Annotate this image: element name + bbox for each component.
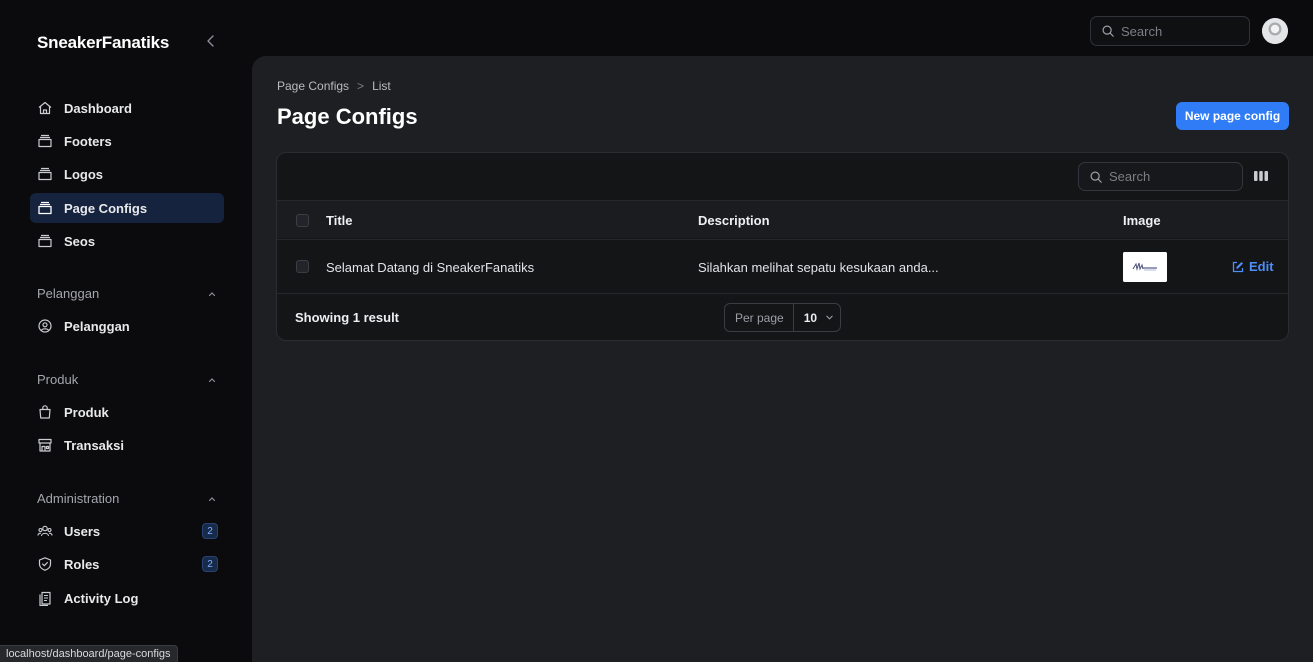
search-icon [1102, 25, 1114, 37]
main-content: Page Configs > List Page Configs New pag… [252, 56, 1313, 662]
sidebar-item-label: Transaksi [64, 437, 124, 453]
global-search[interactable] [1090, 16, 1250, 46]
row-description: Silahkan melihat sepatu kesukaan anda... [698, 260, 939, 275]
chevron-left-icon [207, 35, 214, 47]
sidebar-group-label: Pelanggan [37, 286, 100, 301]
storefront-icon [38, 438, 52, 452]
row-image-thumbnail [1123, 252, 1167, 282]
page-title: Page Configs [277, 104, 418, 129]
table-row[interactable]: Selamat Datang di SneakerFanatiks Silahk… [277, 239, 1288, 293]
column-header-title[interactable]: Title [326, 213, 353, 228]
per-page-value[interactable]: 10 [794, 311, 834, 325]
sidebar-item-transaksi[interactable]: Transaksi [30, 430, 224, 460]
column-header-image: Image [1123, 213, 1161, 228]
chevron-up-icon [208, 291, 216, 296]
sidebar-group-label: Administration [37, 491, 120, 506]
per-page-label: Per page [725, 304, 794, 331]
table-header: Title Description Image [277, 200, 1288, 238]
new-page-config-button[interactable]: New page config [1176, 102, 1289, 130]
breadcrumb: Page Configs > List [277, 79, 391, 93]
home-icon [38, 101, 52, 115]
table-toolbar [277, 153, 1288, 200]
per-page-select[interactable]: Per page 10 [724, 303, 841, 332]
user-avatar-icon [1262, 18, 1288, 44]
breadcrumb-item-page-configs[interactable]: Page Configs [277, 79, 349, 93]
breadcrumb-separator: > [357, 79, 365, 93]
sidebar-item-label: Pelanggan [64, 318, 130, 334]
table-search[interactable] [1078, 162, 1243, 191]
roles-count-badge: 2 [202, 556, 218, 572]
sidebar-group-label: Produk [37, 372, 79, 387]
topbar: SneakerFanatiks [0, 0, 1313, 56]
shield-check-icon [38, 557, 52, 571]
sidebar-item-produk[interactable]: Produk [30, 397, 224, 427]
columns-toggle-icon[interactable] [1253, 169, 1269, 183]
sidebar-item-page-configs[interactable]: Page Configs [30, 193, 224, 223]
sidebar-item-pelanggan[interactable]: Pelanggan [30, 311, 224, 341]
sidebar-item-label: Activity Log [64, 590, 139, 606]
page-configs-table: Title Description Image Selamat Datang d… [276, 152, 1289, 341]
breadcrumb-item-list: List [372, 79, 391, 93]
results-count: Showing 1 result [295, 310, 400, 325]
per-page-value-text: 10 [803, 310, 818, 325]
sidebar-item-label: Logos [64, 166, 103, 182]
sidebar-item-label: Users [64, 523, 101, 539]
sidebar-item-roles[interactable]: Roles 2 [30, 549, 224, 579]
sidebar: Dashboard Footers Logos Page Configs Seo… [0, 56, 240, 662]
sidebar-item-footers[interactable]: Footers [30, 126, 224, 156]
chevron-up-icon [208, 377, 216, 382]
select-all-checkbox[interactable] [296, 214, 309, 227]
sidebar-group-administration[interactable]: Administration [37, 491, 217, 506]
stack-icon [38, 134, 52, 148]
sidebar-item-label: Dashboard [64, 100, 132, 116]
chevron-up-icon [208, 496, 216, 501]
users-count-badge: 2 [202, 523, 218, 539]
sidebar-group-produk[interactable]: Produk [37, 372, 217, 387]
stack-icon [38, 201, 52, 215]
shopping-bag-icon [39, 405, 51, 419]
users-icon [37, 525, 53, 537]
sidebar-item-seos[interactable]: Seos [30, 226, 224, 256]
table-search-input[interactable] [1109, 169, 1229, 184]
clipboard-icon [39, 591, 51, 606]
global-search-input[interactable] [1121, 23, 1241, 39]
stack-icon [38, 234, 52, 248]
column-header-description[interactable]: Description [698, 213, 770, 228]
sidebar-item-label: Roles [64, 556, 100, 572]
brand-logo[interactable]: SneakerFanatiks [37, 33, 169, 53]
sidebar-group-pelanggan[interactable]: Pelanggan [37, 286, 217, 301]
sidebar-item-label: Produk [64, 404, 109, 420]
stack-icon [38, 167, 52, 181]
sidebar-item-dashboard[interactable]: Dashboard [30, 93, 224, 123]
logo-thumbnail-image [1123, 252, 1167, 282]
sidebar-item-activity-log[interactable]: Activity Log [30, 583, 224, 613]
sidebar-item-logos[interactable]: Logos [30, 159, 224, 189]
search-icon [1090, 170, 1102, 183]
table-footer: Showing 1 result Per page 10 [277, 293, 1288, 340]
browser-status-url: localhost/dashboard/page-configs [0, 645, 178, 662]
user-circle-icon [38, 319, 52, 333]
row-select-checkbox[interactable] [296, 260, 309, 273]
chevron-down-icon [826, 315, 833, 320]
user-avatar[interactable] [1262, 18, 1288, 44]
row-title: Selamat Datang di SneakerFanatiks [326, 260, 535, 275]
sidebar-item-label: Footers [64, 133, 112, 149]
edit-label: Edit [1249, 259, 1274, 274]
edit-icon [1232, 261, 1244, 272]
collapse-sidebar-button[interactable] [203, 33, 221, 51]
sidebar-item-label: Seos [64, 233, 96, 249]
sidebar-item-users[interactable]: Users 2 [30, 516, 224, 546]
edit-row-link[interactable]: Edit [1232, 259, 1274, 274]
sidebar-item-label: Page Configs [64, 200, 148, 216]
